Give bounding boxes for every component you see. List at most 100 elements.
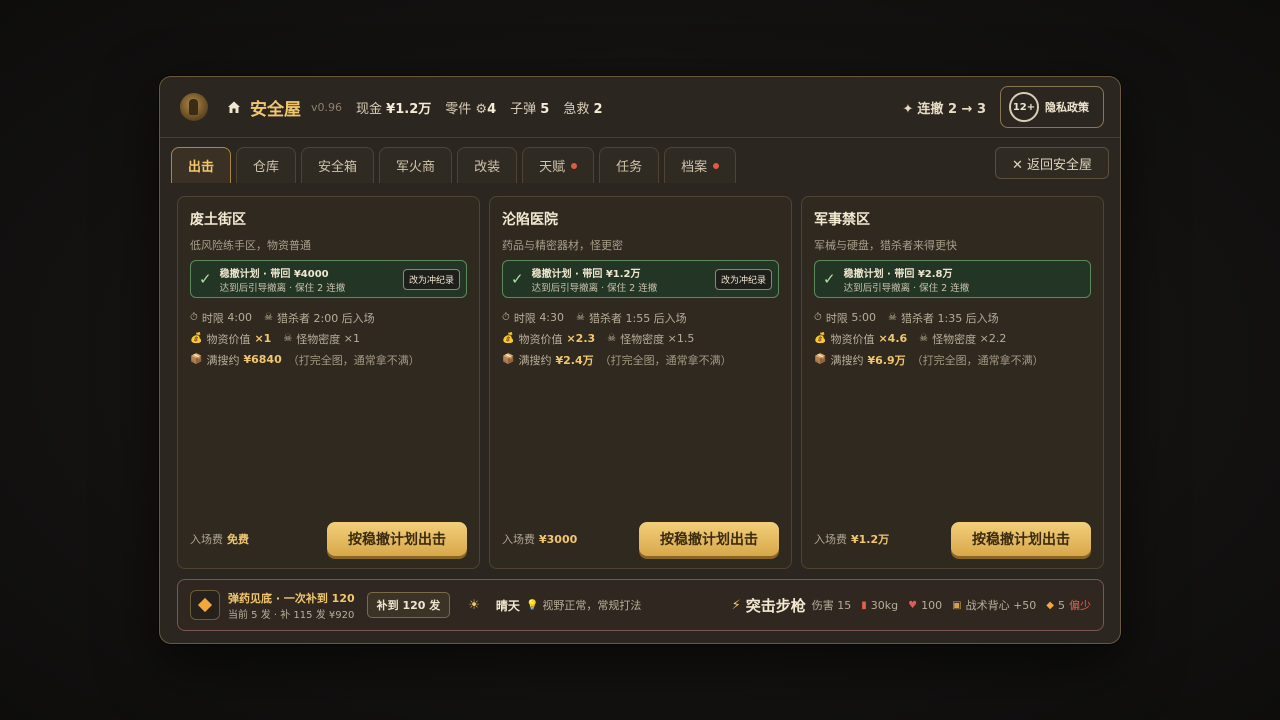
box-icon: 📦 <box>190 354 203 365</box>
back-to-safehouse-button[interactable]: ✕ 返回安全屋 <box>995 147 1109 179</box>
time-row: ⏱ 时限 4:00 ☠ 猎杀者 2:00 后入场 <box>190 311 375 325</box>
skull-icon: ☠ <box>919 333 929 344</box>
cash-stat: 现金 ¥1.2万 <box>356 101 432 117</box>
plan-title: 稳撤计划 · 带回 ¥1.2万 <box>531 268 641 280</box>
map-description: 军械与硬盘，猎杀者来得更快 <box>814 239 957 252</box>
ammo-count-stat: ◆ 5 偏少 <box>1046 598 1091 613</box>
ammo-stat: 子弹 5 <box>510 101 550 117</box>
player-avatar[interactable] <box>180 93 208 121</box>
version-label: v0.96 <box>311 100 343 114</box>
entry-fee: 入场费 ¥1.2万 <box>814 533 890 546</box>
map-cards: 废土街区 低风险练手区，物资普通 ✓ 稳撤计划 · 带回 ¥4000 达到后引导… <box>177 196 1104 569</box>
safehouse-window: 安全屋 v0.96 现金 ¥1.2万 零件 ⚙4 子弹 5 急救 2 ✦ 连撤 2… <box>159 76 1121 644</box>
plan-detail: 达到后引导撤离 · 保住 2 连撤 <box>843 282 970 294</box>
box-icon: 📦 <box>502 354 515 365</box>
tab-sortie[interactable]: 出击 <box>171 147 232 183</box>
privacy-policy-button[interactable]: 12+ 隐私政策 <box>1000 86 1104 128</box>
notification-dot <box>713 162 720 169</box>
tab-warehouse[interactable]: 仓库 <box>236 147 297 183</box>
ammo-warning-detail: 当前 5 发 · 补 115 发 ¥920 <box>228 609 355 621</box>
loot-row: 💰 物资价值 ×2.3 ☠ 怪物密度 ×1.5 <box>502 332 695 346</box>
loot-row: 💰 物资价值 ×4.6 ☠ 怪物密度 ×2.2 <box>814 332 1007 346</box>
top-bar: 安全屋 v0.96 现金 ¥1.2万 零件 ⚙4 子弹 5 急救 2 ✦ 连撤 2… <box>160 77 1120 138</box>
map-card[interactable]: 沦陷医院 药品与精密器材，怪更密 ✓ 稳撤计划 · 带回 ¥1.2万 达到后引导… <box>489 196 792 569</box>
money-bag-icon: 💰 <box>190 333 203 344</box>
entry-fee: 入场费 免费 <box>190 533 249 546</box>
safe-plan-box: ✓ 稳撤计划 · 带回 ¥1.2万 达到后引导撤离 · 保住 2 连撤 改为冲纪… <box>502 260 779 298</box>
safe-plan-box: ✓ 稳撤计划 · 带回 ¥4000 达到后引导撤离 · 保住 2 连撤 改为冲纪… <box>190 260 467 298</box>
map-card[interactable]: 军事禁区 军械与硬盘，猎杀者来得更快 ✓ 稳撤计划 · 带回 ¥2.8万 达到后… <box>801 196 1104 569</box>
map-name: 废土街区 <box>190 212 246 228</box>
entry-fee: 入场费 ¥3000 <box>502 533 578 546</box>
ammo-diamond-icon: ◆ <box>1046 599 1054 611</box>
check-icon: ✓ <box>199 270 212 288</box>
house-icon <box>226 99 242 115</box>
switch-to-record-button[interactable]: 改为冲纪录 <box>402 268 460 290</box>
deploy-button[interactable]: 按稳撤计划出击 <box>327 522 467 556</box>
hp-stat: ♥ 100 <box>908 598 943 612</box>
ammo-warning-title: 弹药见底 · 一次补到 120 <box>228 591 355 605</box>
weapon-name: 突击步枪 <box>745 596 806 615</box>
check-icon: ✓ <box>823 270 836 288</box>
tab-modify[interactable]: 改装 <box>457 147 518 183</box>
armor-stat: ▣ 战术背心 +50 <box>952 599 1037 612</box>
map-card[interactable]: 废土街区 低风险练手区，物资普通 ✓ 稳撤计划 · 带回 ¥4000 达到后引导… <box>177 196 480 569</box>
tab-arms-dealer[interactable]: 军火商 <box>379 147 453 183</box>
full-search-row: 📦 满搜约 ¥6.9万 （打完全图，通常拿不满） <box>814 353 1044 367</box>
parts-stat: 零件 ⚙4 <box>445 101 497 117</box>
skull-icon: ☠ <box>607 333 617 344</box>
switch-to-record-button[interactable]: 改为冲纪录 <box>714 268 772 290</box>
ammo-diamond-icon <box>190 590 220 620</box>
deploy-button[interactable]: 按稳撤计划出击 <box>639 522 779 556</box>
skull-icon: ☠ <box>576 312 585 323</box>
loot-row: 💰 物资价值 ×1 ☠ 怪物密度 ×1 <box>190 332 361 346</box>
map-description: 药品与精密器材，怪更密 <box>502 239 623 252</box>
tab-bar: 出击 仓库 安全箱 军火商 改装 天赋 任务 档案 <box>171 147 741 183</box>
weapon-damage: 伤害 15 <box>811 599 852 612</box>
time-row: ⏱ 时限 4:30 ☠ 猎杀者 1:55 后入场 <box>502 311 687 325</box>
bulb-icon: 💡 <box>525 599 539 611</box>
skull-icon: ☠ <box>264 312 273 323</box>
skull-icon: ☠ <box>888 312 897 323</box>
deploy-button[interactable]: 按稳撤计划出击 <box>951 522 1091 556</box>
sun-icon: ☀ <box>468 597 480 613</box>
lightning-icon: ⚡ <box>731 597 741 613</box>
time-row: ⏱ 时限 5:00 ☠ 猎杀者 1:35 后入场 <box>814 311 999 325</box>
page-title: 安全屋 <box>250 99 301 120</box>
clock-icon: ⏱ <box>814 312 822 323</box>
sparkle-icon: ✦ <box>902 101 914 117</box>
loadout-bar: 弹药见底 · 一次补到 120 当前 5 发 · 补 115 发 ¥920 补到… <box>177 579 1104 631</box>
refill-ammo-button[interactable]: 补到 120 发 <box>366 592 451 618</box>
vest-icon: ▣ <box>952 599 962 611</box>
plan-detail: 达到后引导撤离 · 保住 2 连撤 <box>219 282 346 294</box>
heart-icon: ♥ <box>908 599 918 611</box>
map-description: 低风险练手区，物资普通 <box>190 239 311 252</box>
tab-talent[interactable]: 天赋 <box>522 147 595 183</box>
box-icon: 📦 <box>814 354 827 365</box>
tab-safe-box[interactable]: 安全箱 <box>301 147 375 183</box>
money-bag-icon: 💰 <box>814 333 827 344</box>
skull-icon: ☠ <box>283 333 293 344</box>
tab-tasks[interactable]: 任务 <box>599 147 660 183</box>
plan-title: 稳撤计划 · 带回 ¥4000 <box>219 268 329 280</box>
plan-title: 稳撤计划 · 带回 ¥2.8万 <box>843 268 953 280</box>
map-name: 沦陷医院 <box>502 212 558 228</box>
map-name: 军事禁区 <box>814 212 870 228</box>
full-search-row: 📦 满搜约 ¥2.4万 （打完全图，通常拿不满） <box>502 353 732 367</box>
streak-counter: ✦ 连撤 2 → 3 <box>902 101 987 117</box>
age-rating-badge: 12+ <box>1009 92 1039 122</box>
tab-archive[interactable]: 档案 <box>664 147 737 183</box>
plan-detail: 达到后引导撤离 · 保住 2 连撤 <box>531 282 658 294</box>
privacy-label: 隐私政策 <box>1045 101 1089 114</box>
weight-stat: ▮ 30kg <box>861 598 899 612</box>
weight-icon: ▮ <box>861 599 867 611</box>
money-bag-icon: 💰 <box>502 333 515 344</box>
clock-icon: ⏱ <box>190 312 198 323</box>
weather-description: 视野正常，常规打法 <box>542 599 642 612</box>
check-icon: ✓ <box>511 270 524 288</box>
notification-dot <box>571 162 578 169</box>
weather-name: 晴天 <box>495 598 520 613</box>
gear-icon: ⚙ <box>475 101 488 117</box>
safe-plan-box: ✓ 稳撤计划 · 带回 ¥2.8万 达到后引导撤离 · 保住 2 连撤 <box>814 260 1091 298</box>
clock-icon: ⏱ <box>502 312 510 323</box>
